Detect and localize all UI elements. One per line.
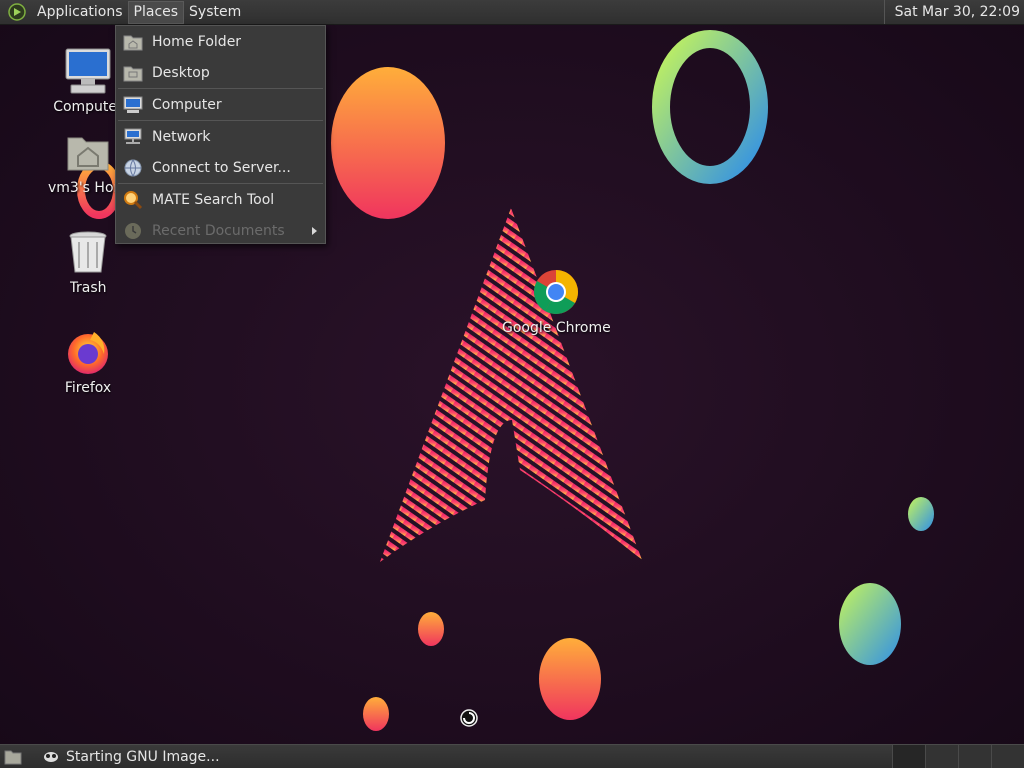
workspace-1[interactable] (892, 745, 925, 768)
taskbar-item-label: Starting GNU Image... (66, 748, 220, 765)
menu-item-home-folder[interactable]: Home Folder (116, 26, 325, 57)
bottom-panel: Starting GNU Image... (0, 744, 1024, 768)
menu-item-desktop[interactable]: Desktop (116, 57, 325, 88)
firefox-icon (62, 326, 114, 378)
workspace-4[interactable] (991, 745, 1024, 768)
desktop-icon-firefox[interactable]: Firefox (48, 326, 128, 396)
desktop-icon-label: Google Chrome (502, 320, 610, 336)
places-dropdown-menu: Home Folder Desktop Computer Network Con… (115, 25, 326, 244)
busy-cursor-icon (460, 709, 478, 727)
taskbar-item-gimp[interactable]: Starting GNU Image... (36, 746, 226, 768)
chrome-icon (530, 266, 582, 318)
workspace-3[interactable] (958, 745, 991, 768)
computer-icon (62, 45, 114, 97)
network-icon (122, 126, 144, 148)
menu-item-label: Network (152, 128, 211, 145)
applications-menu[interactable]: Applications (32, 1, 128, 24)
menu-item-connect-to-server[interactable]: Connect to Server... (116, 152, 325, 183)
search-tool-icon (122, 189, 144, 211)
gimp-icon (42, 749, 60, 765)
submenu-arrow-icon (312, 226, 317, 235)
computer-icon (122, 94, 144, 116)
menu-item-recent-documents: Recent Documents (116, 215, 325, 246)
menu-item-label: Home Folder (152, 33, 242, 50)
workspace-switcher (892, 745, 1024, 768)
desktop-folder-icon (122, 62, 144, 84)
workspace-2[interactable] (925, 745, 958, 768)
menu-item-mate-search-tool[interactable]: MATE Search Tool (116, 184, 325, 215)
connect-server-icon (122, 157, 144, 179)
menu-item-label: Desktop (152, 64, 210, 81)
home-folder-icon (62, 126, 114, 178)
places-menu[interactable]: Places (127, 0, 185, 24)
system-menu[interactable]: System (184, 1, 246, 24)
menu-item-label: Computer (152, 96, 222, 113)
home-folder-icon (122, 31, 144, 53)
desktop-icon-label: Firefox (64, 380, 112, 396)
mate-logo-icon[interactable] (6, 1, 28, 23)
menu-item-computer[interactable]: Computer (116, 89, 325, 120)
trash-icon (62, 226, 114, 278)
recent-documents-icon (122, 220, 144, 242)
clock[interactable]: Sat Mar 30, 22:09 (883, 0, 1020, 24)
menu-item-network[interactable]: Network (116, 121, 325, 152)
desktop-icon-label: Trash (69, 280, 107, 296)
menu-item-label: MATE Search Tool (152, 191, 275, 208)
top-panel: Applications Places System Sat Mar 30, 2… (0, 0, 1024, 25)
menu-item-label: Connect to Server... (152, 159, 291, 176)
desktop-icon-chrome[interactable]: Google Chrome (502, 266, 610, 336)
desktop-icon-label: Computer (53, 99, 123, 115)
menu-item-label: Recent Documents (152, 222, 285, 239)
show-desktop-icon[interactable] (2, 746, 24, 768)
